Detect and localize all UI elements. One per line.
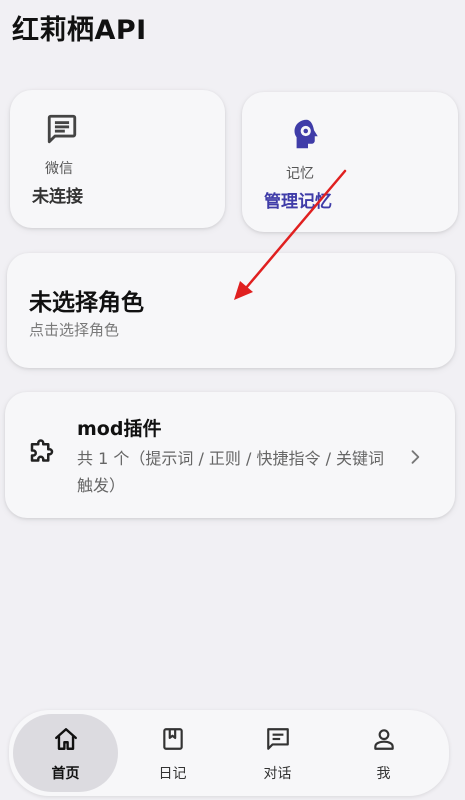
nav-label-chat: 对话 [263, 766, 292, 782]
mod-description: 共 1 个（提示词 / 正则 / 快捷指令 / 关键词触发） [77, 449, 385, 495]
manage-memory-link[interactable]: 管理记忆 [264, 187, 332, 212]
mod-plugin-card[interactable]: mod插件 共 1 个（提示词 / 正则 / 快捷指令 / 关键词触发） [5, 392, 455, 518]
role-subtitle: 点击选择角色 [29, 321, 120, 339]
chat-icon [266, 728, 289, 750]
chevron-right-icon [411, 450, 420, 464]
nav-label-me: 我 [376, 766, 391, 782]
message-icon [47, 114, 77, 144]
nav-item-me[interactable]: 我 [331, 710, 436, 796]
nav-item-chat[interactable]: 对话 [225, 710, 330, 796]
nav-label-home: 首页 [51, 766, 80, 782]
puzzle-icon [30, 439, 54, 462]
memory-card[interactable]: 记忆 管理记忆 [242, 92, 458, 232]
book-icon [162, 728, 183, 750]
nav-item-home[interactable]: 首页 [13, 710, 118, 796]
mod-title: mod插件 [77, 418, 162, 440]
role-select-card[interactable]: 未选择角色 点击选择角色 [7, 253, 455, 368]
bottom-nav: 首页 日记 对话 我 [9, 710, 449, 796]
wechat-card[interactable]: 微信 未连接 [10, 90, 225, 228]
app-title: 红莉栖API [12, 15, 147, 46]
nav-label-diary: 日记 [158, 766, 187, 782]
nav-item-diary[interactable]: 日记 [120, 710, 225, 796]
memory-label: 记忆 [286, 166, 314, 182]
wechat-label: 微信 [45, 161, 73, 177]
head-gear-icon [294, 119, 318, 149]
role-title: 未选择角色 [29, 290, 144, 316]
wechat-status: 未连接 [32, 187, 83, 207]
home-icon [54, 728, 77, 750]
person-icon [373, 729, 394, 750]
